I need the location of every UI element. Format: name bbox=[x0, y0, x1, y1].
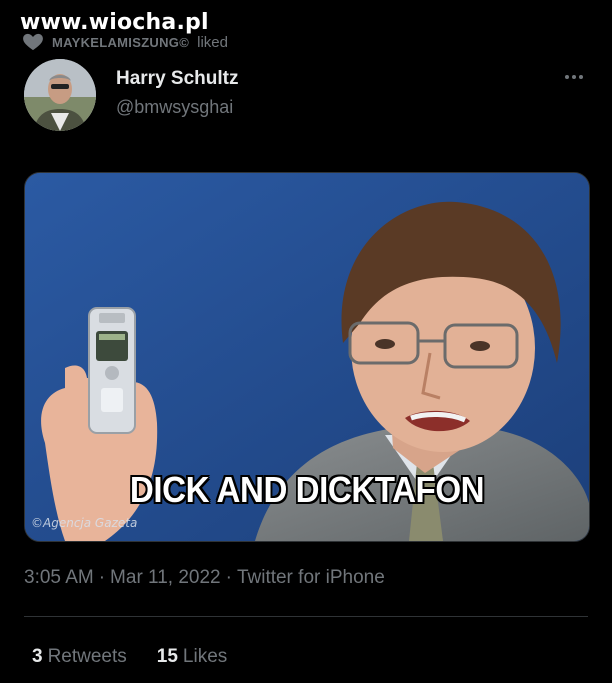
retweets-count: 3 bbox=[32, 646, 43, 667]
tweet-stats: 3 Retweets 15 Likes bbox=[32, 646, 227, 668]
meta-separator: · bbox=[98, 567, 106, 588]
more-options-button[interactable] bbox=[560, 66, 588, 88]
more-dots-icon bbox=[565, 75, 569, 79]
tweet-metadata: 3:05 AM · Mar 11, 2022 · Twitter for iPh… bbox=[24, 567, 385, 589]
social-context: MAYKELAMISZUNG© liked bbox=[22, 32, 228, 52]
retweets-label: Retweets bbox=[47, 646, 127, 667]
tweet-source[interactable]: Twitter for iPhone bbox=[237, 567, 385, 589]
retweets-stat[interactable]: 3 Retweets bbox=[32, 646, 127, 668]
heart-icon bbox=[22, 33, 44, 51]
photo-credit: ©Agencja Gazeta bbox=[31, 516, 138, 530]
divider bbox=[24, 616, 588, 617]
author-handle[interactable]: @bmwsysghai bbox=[116, 97, 233, 118]
tweet-time[interactable]: 3:05 AM bbox=[24, 567, 94, 589]
tweet-media[interactable]: DICK AND DICKTAFON ©Agencja Gazeta bbox=[24, 172, 590, 542]
likes-stat[interactable]: 15 Likes bbox=[157, 646, 228, 668]
likes-count: 15 bbox=[156, 646, 178, 667]
meta-separator: · bbox=[225, 567, 232, 588]
author-name[interactable]: Harry Schultz bbox=[116, 68, 238, 90]
meme-caption: DICK AND DICKTAFON bbox=[129, 469, 485, 510]
tweet-date[interactable]: Mar 11, 2022 bbox=[110, 567, 221, 589]
liker-name[interactable]: MAYKELAMISZUNG© bbox=[52, 35, 189, 50]
author-avatar[interactable] bbox=[24, 59, 96, 131]
likes-label: Likes bbox=[182, 646, 228, 667]
liked-label: liked bbox=[197, 33, 228, 51]
